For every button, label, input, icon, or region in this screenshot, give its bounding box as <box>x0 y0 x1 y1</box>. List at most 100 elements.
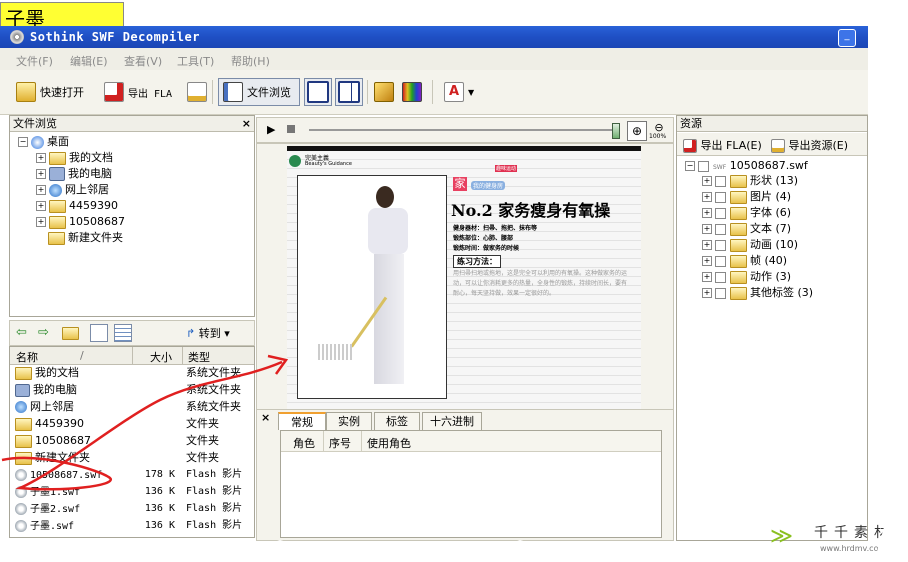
checkbox[interactable] <box>715 287 726 299</box>
resource-item[interactable]: + 动画 (10) <box>702 237 798 253</box>
file-size: 136 K <box>144 520 175 531</box>
tree-item-folder-4459390[interactable]: +4459390 <box>36 198 118 214</box>
expand-icon[interactable]: + <box>702 288 712 298</box>
menu-file[interactable]: 文件(F) <box>16 53 53 69</box>
zoom-in-icon[interactable]: ⊕ <box>627 121 647 141</box>
play-icon[interactable]: ▶ <box>267 123 275 136</box>
file-list-row[interactable]: 我的电脑 系统文件夹 <box>13 381 249 398</box>
file-list-row[interactable]: 新建文件夹 文件夹 <box>13 449 249 466</box>
checkbox[interactable] <box>698 160 709 172</box>
tree-item-desktop[interactable]: − 桌面 <box>18 134 69 150</box>
file-list-row[interactable]: 子墨2.swf 136 K Flash 影片 <box>13 500 249 517</box>
file-browse-button[interactable]: 文件浏览 <box>218 78 300 106</box>
tab-general[interactable]: 常规 <box>278 412 326 430</box>
dropdown-arrow-icon[interactable]: ▼ <box>468 88 474 97</box>
tree-item-network[interactable]: + 网上邻居 <box>36 182 109 198</box>
export-fla-button[interactable]: 导出 FLA <box>104 78 172 106</box>
close-icon[interactable]: × <box>242 116 251 132</box>
file-list-row[interactable]: 子墨1.swf 136 K Flash 影片 <box>13 483 249 500</box>
expand-icon[interactable]: + <box>702 192 712 202</box>
resource-export-fla-button[interactable]: 导出 FLA(E) <box>683 137 762 153</box>
resource-item[interactable]: + 字体 (6) <box>702 205 791 221</box>
menu-view[interactable]: 查看(V) <box>124 53 162 69</box>
export-resource-button[interactable] <box>187 78 207 106</box>
layout-button[interactable] <box>304 78 332 106</box>
tree-item-my-computer[interactable]: + 我的电脑 <box>36 166 112 182</box>
resource-count: (7) <box>775 222 792 235</box>
tab-tags[interactable]: 标签 <box>374 412 420 430</box>
checkbox[interactable] <box>715 271 726 283</box>
timeline-track[interactable] <box>309 129 614 131</box>
file-name: 4459390 <box>35 417 84 430</box>
resource-item[interactable]: + 帧 (40) <box>702 253 787 269</box>
file-browser-panel: 文件浏览 × − 桌面 + 我的文档 + 我的电脑 + 网上邻居 +4459390 +1… <box>9 115 255 317</box>
column-size[interactable]: 大小 <box>150 349 172 365</box>
checkbox[interactable] <box>715 239 726 251</box>
file-list-row[interactable]: 我的文档 系统文件夹 <box>13 364 249 381</box>
file-name: 我的电脑 <box>33 383 77 396</box>
resource-label: 图片 <box>750 190 772 203</box>
split-view-button[interactable] <box>335 78 363 106</box>
column-role[interactable]: 角色 <box>293 435 315 451</box>
resource-item[interactable]: + 其他标签 (3) <box>702 285 813 301</box>
expand-icon[interactable]: + <box>702 240 712 250</box>
resource-count: (13) <box>775 174 799 187</box>
details-view-icon[interactable] <box>114 324 132 342</box>
timeline-thumb[interactable] <box>612 123 620 139</box>
tree-item-new-folder[interactable]: 新建文件夹 <box>48 230 123 246</box>
expand-icon[interactable]: + <box>702 224 712 234</box>
column-name[interactable]: 名称 <box>16 349 38 365</box>
resource-item[interactable]: + 文本 (7) <box>702 221 791 237</box>
up-folder-icon[interactable] <box>62 327 79 340</box>
menu-tools[interactable]: 工具(T) <box>177 53 214 69</box>
file-list-header: 名称 / 大小 类型 <box>10 347 254 365</box>
file-list-row[interactable]: 4459390 文件夹 <box>13 415 249 432</box>
tab-hex[interactable]: 十六进制 <box>422 412 482 430</box>
checkbox[interactable] <box>715 255 726 267</box>
resource-item[interactable]: + 形状 (13) <box>702 173 798 189</box>
checkbox[interactable] <box>715 191 726 203</box>
checkbox[interactable] <box>715 223 726 235</box>
file-list-row[interactable]: 子墨.swf 136 K Flash 影片 <box>13 517 249 534</box>
expand-icon[interactable]: + <box>702 272 712 282</box>
tree-item-folder-10508687[interactable]: +10508687 <box>36 214 125 230</box>
expand-icon[interactable]: + <box>702 256 712 266</box>
expand-icon[interactable]: + <box>702 176 712 186</box>
forward-arrow-icon[interactable]: ⇨ <box>38 325 49 340</box>
quick-open-button[interactable]: 快速打开 <box>16 78 84 106</box>
column-type[interactable]: 类型 <box>188 349 210 365</box>
column-used-by[interactable]: 使用角色 <box>367 435 411 451</box>
find-button[interactable] <box>374 78 394 106</box>
expand-icon[interactable]: + <box>702 208 712 218</box>
checkbox[interactable] <box>715 175 726 187</box>
resource-item[interactable]: + 动作 (3) <box>702 269 791 285</box>
resource-item[interactable]: + 图片 (4) <box>702 189 791 205</box>
tab-instance[interactable]: 实例 <box>326 412 372 430</box>
resource-export-assets-button[interactable]: 导出资源(E) <box>771 137 848 153</box>
file-list-row[interactable]: 10508687 文件夹 <box>13 432 249 449</box>
file-list-row[interactable]: 10508687.swf 178 K Flash 影片 <box>13 466 249 483</box>
back-arrow-icon[interactable]: ⇦ <box>16 325 27 340</box>
resource-label: 形状 <box>750 174 772 187</box>
ad-headline: No.2 家务瘦身有氧操 <box>451 201 611 220</box>
checkbox[interactable] <box>715 207 726 219</box>
ad-badge-hot: 趣味运动 <box>495 165 518 172</box>
swf-file-icon: SWF <box>713 164 727 171</box>
title-bar[interactable]: Sothink SWF Decompiler _ <box>0 26 868 48</box>
stop-icon[interactable] <box>287 125 295 133</box>
file-list-row[interactable]: 网上邻居 系统文件夹 <box>13 398 249 415</box>
text-button[interactable]: A ▼ <box>444 78 474 106</box>
menu-help[interactable]: 帮助(H) <box>231 53 270 69</box>
minimize-button[interactable]: _ <box>838 29 856 47</box>
window-title: Sothink SWF Decompiler <box>30 30 200 44</box>
column-index[interactable]: 序号 <box>329 435 351 451</box>
tree-item-my-documents[interactable]: + 我的文档 <box>36 150 113 166</box>
export-fla-icon <box>104 82 124 102</box>
list-view-icon[interactable] <box>90 324 108 342</box>
menu-edit[interactable]: 编辑(E) <box>70 53 108 69</box>
close-icon[interactable]: × <box>261 411 270 424</box>
resource-root[interactable]: − SWF 10508687.swf <box>685 158 808 174</box>
color-button[interactable] <box>402 78 422 106</box>
swf-preview-canvas[interactable]: 完美主義 Beauty's Guidance 家 我的健身房 趣味运动 No.2… <box>256 143 674 416</box>
goto-button[interactable]: ↱ 转到 ▾ <box>186 325 230 341</box>
